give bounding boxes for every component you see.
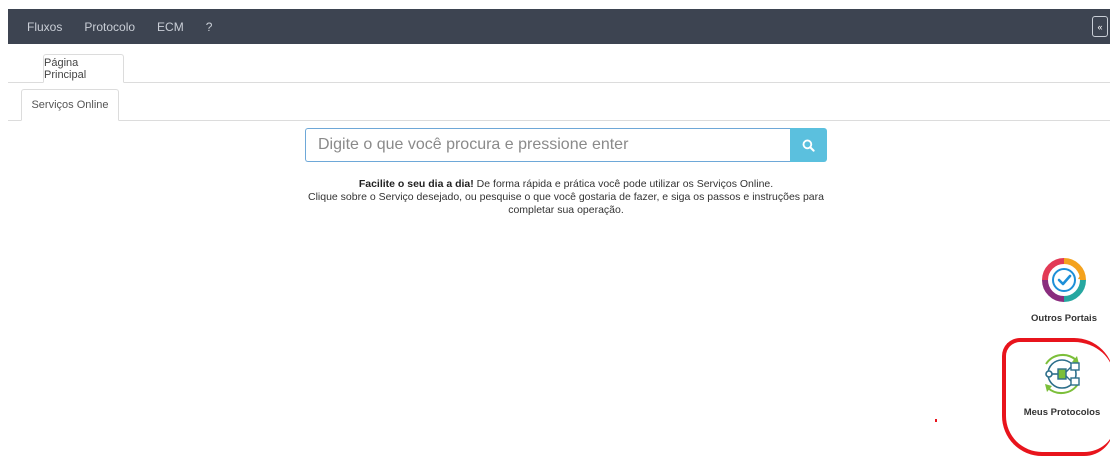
intro-line-1: Facilite o seu dia a dia! De forma rápid… <box>300 178 832 191</box>
intro-line-1-rest: De forma rápida e prática você pode util… <box>473 178 774 190</box>
search-bar <box>305 128 827 162</box>
sub-tab-bar: Serviços Online <box>8 83 1110 121</box>
protocols-flow-icon <box>1045 353 1080 395</box>
collapse-button[interactable]: « <box>1092 16 1108 37</box>
outros-portais-label: Outros Portais <box>1031 313 1097 324</box>
search-icon <box>802 139 815 152</box>
meus-protocolos-label: Meus Protocolos <box>1023 407 1101 418</box>
nav-item-protocolo[interactable]: Protocolo <box>73 20 146 34</box>
nav-item-ecm[interactable]: ECM <box>146 20 195 34</box>
top-navbar: Fluxos Protocolo ECM ? « <box>8 9 1110 44</box>
portals-cycle-icon <box>1042 258 1086 302</box>
meus-protocolos-link[interactable]: Meus Protocolos <box>1017 350 1107 418</box>
outros-portais-link[interactable]: Outros Portais <box>1019 258 1109 324</box>
double-chevron-up-icon: « <box>1097 21 1103 32</box>
search-input[interactable] <box>305 128 790 162</box>
red-annotation-dot <box>935 419 937 422</box>
tab-pagina-principal[interactable]: Página Principal <box>43 54 124 83</box>
nav-item-help[interactable]: ? <box>195 20 224 34</box>
intro-text: Facilite o seu dia a dia! De forma rápid… <box>300 178 832 217</box>
intro-line-3: completar sua operação. <box>508 204 624 216</box>
intro-bold: Facilite o seu dia a dia! <box>358 178 474 190</box>
intro-line-2: Clique sobre o Serviço desejado, ou pesq… <box>308 191 824 203</box>
tab-servicos-online[interactable]: Serviços Online <box>21 89 119 121</box>
main-tab-bar: Página Principal <box>8 44 1110 83</box>
search-button[interactable] <box>790 128 827 162</box>
nav-item-fluxos[interactable]: Fluxos <box>8 20 73 34</box>
